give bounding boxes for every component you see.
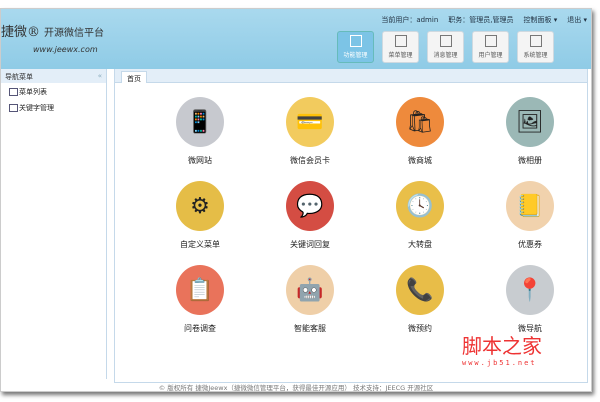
nav-button-system[interactable]: 系统管理 xyxy=(517,31,554,63)
feature-icon: 📱 xyxy=(176,97,224,147)
tab-bar: 首页 xyxy=(115,69,587,83)
feature-label: 关键词回复 xyxy=(290,240,330,249)
feature-tile[interactable]: 📋 问卷调查 xyxy=(145,265,255,343)
sidebar-item-keywords[interactable]: 关键字管理 xyxy=(1,99,106,115)
nav-button-user[interactable]: 用户管理 xyxy=(472,31,509,63)
edit-icon xyxy=(349,35,362,47)
watermark-url: www.jb51.net xyxy=(462,359,537,367)
feature-label: 大转盘 xyxy=(408,240,432,249)
settings-icon xyxy=(529,35,542,47)
sidebar-item-menu-list[interactable]: 菜单列表 xyxy=(1,83,106,99)
feature-label: 自定义菜单 xyxy=(180,240,220,249)
feature-grid: 📱 微网站 💳 微信会员卡 🛍 微商城 🖼 微相册 ⚙ 自定义菜单 💬 关键词回复 🕓 大转盘 📒 优惠券 📋 问… xyxy=(145,97,565,343)
top-bar: 当前用户：admin 职务：管理员,管理员 控制面板 ▾ 退出 ▾ xyxy=(381,15,587,25)
nav-button-message[interactable]: 消息管理 xyxy=(427,31,464,63)
collapse-icon[interactable]: « xyxy=(98,72,102,80)
edit-icon xyxy=(394,35,407,47)
sidebar: 导航菜单 « 菜单列表 关键字管理 xyxy=(1,69,107,379)
nav-button-function[interactable]: 功能管理 xyxy=(337,31,374,63)
feature-icon: 💬 xyxy=(286,181,334,231)
logo: 捷微® 开源微信平台 xyxy=(1,21,104,40)
nav-button-menu[interactable]: 菜单管理 xyxy=(382,31,419,63)
feature-tile[interactable]: 🖼 微相册 xyxy=(475,97,585,175)
feature-label: 微相册 xyxy=(518,156,542,165)
control-panel-menu[interactable]: 控制面板 ▾ xyxy=(524,15,558,25)
feature-label: 微预约 xyxy=(408,324,432,333)
feature-label: 微网站 xyxy=(188,156,212,165)
feature-tile[interactable]: 📞 微预约 xyxy=(365,265,475,343)
feature-icon: ⚙ xyxy=(176,181,224,231)
nav-label: 功能管理 xyxy=(343,52,368,59)
nav-label: 消息管理 xyxy=(433,52,458,59)
watermark-text: 脚本之家 xyxy=(462,334,542,358)
edit-icon xyxy=(439,35,452,47)
feature-icon: 📞 xyxy=(396,265,444,315)
feature-label: 微商城 xyxy=(408,156,432,165)
feature-tile[interactable]: 🤖 智能客服 xyxy=(255,265,365,343)
logo-subtitle: 开源微信平台 xyxy=(44,28,105,39)
nav-label: 菜单管理 xyxy=(388,52,413,59)
feature-tile[interactable]: 💳 微信会员卡 xyxy=(255,97,365,175)
feature-tile[interactable]: 🛍 微商城 xyxy=(365,97,475,175)
feature-tile[interactable]: 📒 优惠券 xyxy=(475,181,585,259)
feature-tile[interactable]: 📱 微网站 xyxy=(145,97,255,175)
logout-menu[interactable]: 退出 ▾ xyxy=(567,15,587,25)
feature-tile[interactable]: 💬 关键词回复 xyxy=(255,181,365,259)
header: 捷微® 开源微信平台 www.jeewx.com 当前用户：admin 职务：管理… xyxy=(1,9,591,69)
tab-home[interactable]: 首页 xyxy=(121,71,147,83)
feature-label: 优惠券 xyxy=(518,240,542,249)
feature-icon: 📋 xyxy=(176,265,224,315)
nav-label: 系统管理 xyxy=(523,52,548,59)
nav-buttons: 功能管理 菜单管理 消息管理 用户管理 系统管理 xyxy=(337,31,554,63)
logo-text: 捷微® xyxy=(1,25,41,40)
feature-icon: 🖼 xyxy=(506,97,554,147)
feature-label: 智能客服 xyxy=(294,324,326,333)
feature-tile[interactable]: ⚙ 自定义菜单 xyxy=(145,181,255,259)
watermark: 脚本之家 www.jb51.net xyxy=(462,330,542,367)
current-user: 当前用户：admin xyxy=(381,16,439,24)
feature-icon: 💳 xyxy=(286,97,334,147)
sidebar-title: 导航菜单 xyxy=(5,73,33,81)
feature-icon: 🕓 xyxy=(396,181,444,231)
footer: © 版权所有 捷微Jeewx（捷微微信管理平台，获得最佳开源应用） 技术支持：J… xyxy=(158,384,434,392)
feature-icon: 🛍 xyxy=(396,97,444,147)
nav-label: 用户管理 xyxy=(478,52,503,59)
feature-label: 问卷调查 xyxy=(184,324,216,333)
feature-label: 微信会员卡 xyxy=(290,156,330,165)
user-role: 职务：管理员,管理员 xyxy=(448,16,514,24)
feature-icon: 🤖 xyxy=(286,265,334,315)
feature-icon: 📒 xyxy=(506,181,554,231)
edit-icon xyxy=(484,35,497,47)
feature-tile[interactable]: 🕓 大转盘 xyxy=(365,181,475,259)
site-url: www.jeewx.com xyxy=(33,45,98,54)
feature-icon: 📍 xyxy=(506,265,554,315)
sidebar-header: 导航菜单 « xyxy=(1,69,106,83)
